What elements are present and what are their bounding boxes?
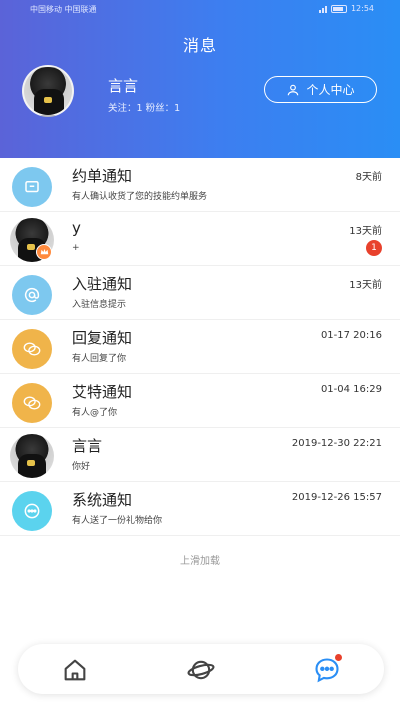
home-icon (64, 659, 86, 681)
message-preview: 有人@了你 (72, 408, 118, 418)
message-title: 系统通知 (72, 491, 133, 509)
load-more-hint: 上滑加载 (180, 556, 220, 567)
list-item[interactable]: 系统通知有人送了一份礼物给你 2019-12-26 15:57 (0, 482, 400, 536)
unread-dot (335, 654, 342, 661)
message-time: 01-04 16:29 (320, 384, 382, 395)
avatar[interactable] (22, 65, 74, 117)
mention-bubbles-icon (12, 383, 52, 423)
status-time: 12:54 (350, 4, 374, 13)
signal-icon (318, 5, 327, 13)
message-time: 13天前 (349, 280, 382, 291)
at-icon (12, 275, 52, 315)
header: 中国移动 中国联通 12:54 消息 言言 关注：1 粉丝：1 个人中心 (0, 0, 400, 158)
battery-icon (330, 4, 347, 13)
list-item[interactable]: 约单通知有人确认收货了您的技能约单服务 8天前 (0, 158, 400, 212)
tab-discover[interactable] (187, 656, 215, 684)
message-list: 约单通知有人确认收货了您的技能约单服务 8天前 y +13天前 1 入驻通知入驻信息提示 1… (0, 158, 400, 536)
status-bar: 中国移动 中国联通 12:54 (0, 4, 400, 18)
planet-icon (187, 660, 215, 680)
message-title: 艾特通知 (72, 383, 133, 401)
personal-center-label: 个人中心 (306, 83, 355, 97)
page-title: 消息 (182, 36, 217, 55)
message-time: 8天前 (355, 172, 382, 183)
message-title: 回复通知 (72, 329, 133, 347)
crown-icon (36, 244, 52, 260)
message-preview: 你好 (72, 462, 91, 472)
chat-box-icon (12, 167, 52, 207)
message-time: 01-17 20:16 (320, 330, 382, 341)
message-title: 入驻通知 (72, 275, 133, 293)
profile-name: 言言 (108, 77, 139, 95)
list-item[interactable]: 言言你好 2019-12-30 22:21 (0, 428, 400, 482)
list-item[interactable]: 入驻通知入驻信息提示 13天前 (0, 266, 400, 320)
list-item[interactable]: 艾特通知有人@了你 01-04 16:29 (0, 374, 400, 428)
personal-center-button[interactable]: 个人中心 (264, 76, 377, 103)
carrier-text: 中国移动 中国联通 (30, 5, 97, 14)
message-preview: 有人送了一份礼物给你 (72, 516, 163, 526)
avatar (10, 434, 54, 478)
reply-bubbles-icon (12, 329, 52, 369)
list-item[interactable]: 回复通知有人回复了你 01-17 20:16 (0, 320, 400, 374)
profile-stats: 关注：1 粉丝：1 (108, 103, 181, 114)
bottom-tab-bar (18, 644, 384, 694)
person-icon (288, 84, 299, 95)
message-preview: + (72, 243, 80, 253)
message-title: 约单通知 (72, 167, 133, 185)
message-preview: 有人确认收货了您的技能约单服务 (72, 192, 208, 202)
message-time: 2019-12-30 22:21 (291, 438, 382, 449)
list-item[interactable]: y +13天前 1 (0, 212, 400, 266)
message-title: y (72, 219, 81, 237)
system-dots-icon (12, 491, 52, 531)
message-preview: 有人回复了你 (72, 354, 127, 364)
unread-badge: 1 (366, 240, 382, 256)
tab-home[interactable] (61, 656, 89, 684)
message-title: 言言 (72, 437, 103, 455)
message-time: 2019-12-26 15:57 (291, 492, 382, 503)
status-right: 12:54 (318, 4, 374, 13)
message-preview: 入驻信息提示 (72, 300, 127, 310)
tab-messages[interactable] (313, 654, 342, 684)
message-time: 13天前 (349, 226, 382, 237)
